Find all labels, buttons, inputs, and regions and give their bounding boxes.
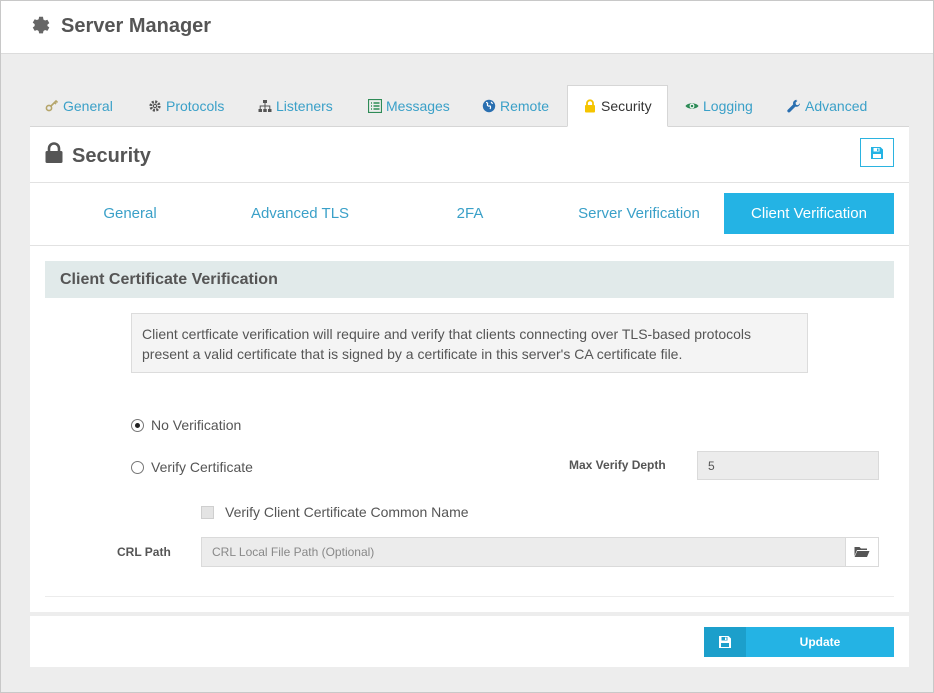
tab-label: Protocols	[166, 98, 225, 114]
crl-path-label: CRL Path	[117, 545, 171, 559]
checkbox-label: Verify Client Certificate Common Name	[225, 504, 469, 520]
tab-remote[interactable]: Remote	[482, 85, 549, 127]
tab-listeners[interactable]: Listeners	[258, 85, 333, 127]
tab-logging[interactable]: Logging	[685, 85, 753, 127]
subtab-general[interactable]: General	[45, 193, 215, 234]
tab-label: Logging	[703, 98, 753, 114]
floppy-disk-icon	[719, 636, 731, 648]
tab-general[interactable]: General	[45, 85, 113, 127]
verify-certificate-radio[interactable]: Verify Certificate	[131, 459, 253, 475]
wrench-icon	[787, 99, 800, 113]
update-label: Update	[799, 635, 841, 649]
main-tabs: General Protocols Listeners Messages Rem…	[30, 85, 909, 127]
info-box: Client certficate verification will requ…	[131, 313, 808, 373]
app-window: Server Manager General Protocols Listene…	[0, 0, 934, 693]
lock-icon	[585, 99, 595, 113]
gear-icon	[32, 16, 50, 34]
app-title: Server Manager	[61, 15, 212, 37]
section-header: Client Certificate Verification	[45, 261, 894, 298]
radio-label: No Verification	[151, 417, 242, 433]
sitemap-icon	[258, 100, 272, 112]
update-icon-wrap	[704, 627, 746, 657]
security-subtabs: General Advanced TLS 2FA Server Verifica…	[30, 183, 909, 246]
subtab-advanced-tls[interactable]: Advanced TLS	[215, 193, 385, 234]
subtab-server-verification[interactable]: Server Verification	[554, 193, 724, 234]
browse-folder-button[interactable]	[845, 537, 879, 567]
security-panel: Security General Advanced TLS 2FA Server…	[30, 127, 909, 612]
tab-security[interactable]: Security	[567, 85, 668, 127]
section-title: Client Certificate Verification	[60, 271, 278, 288]
tab-messages[interactable]: Messages	[368, 85, 450, 127]
verify-common-name-checkbox[interactable]: Verify Client Certificate Common Name	[201, 504, 469, 520]
no-verification-radio[interactable]: No Verification	[131, 417, 241, 433]
tab-label: Listeners	[276, 98, 333, 114]
cog-icon	[149, 100, 161, 112]
tab-protocols[interactable]: Protocols	[148, 85, 224, 127]
radio-checked-icon	[131, 418, 144, 432]
radio-label: Verify Certificate	[151, 459, 253, 475]
folder-open-icon	[854, 547, 870, 557]
subtab-client-verification[interactable]: Client Verification	[724, 193, 894, 234]
list-icon	[368, 99, 382, 113]
divider	[45, 596, 894, 597]
panel-footer: Update	[30, 616, 909, 667]
app-header: Server Manager	[1, 1, 933, 54]
globe-icon	[482, 99, 496, 113]
max-verify-depth-input[interactable]: 5	[697, 451, 879, 480]
lock-icon	[45, 142, 63, 163]
checkbox-icon	[201, 505, 214, 519]
subtab-2fa[interactable]: 2FA	[385, 193, 555, 234]
tab-advanced[interactable]: Advanced	[787, 85, 867, 127]
tab-label: Advanced	[805, 98, 868, 114]
tab-label: General	[63, 98, 113, 114]
floppy-disk-icon	[871, 146, 883, 159]
tab-label: Messages	[386, 98, 450, 114]
tab-label: Remote	[500, 98, 550, 114]
radio-unchecked-icon	[131, 460, 144, 474]
panel-header: Security	[30, 127, 909, 183]
eye-icon	[685, 103, 699, 109]
crl-path-input[interactable]: CRL Local File Path (Optional)	[201, 537, 846, 567]
info-text-line2: present a valid certificate that is sign…	[142, 346, 683, 362]
info-text-line1: Client certficate verification will requ…	[142, 326, 752, 342]
max-verify-depth-label: Max Verify Depth	[569, 458, 666, 472]
key-icon	[45, 99, 59, 112]
panel-title: Security	[72, 145, 151, 167]
save-button[interactable]	[860, 138, 894, 167]
tab-label: Security	[601, 98, 652, 114]
update-button[interactable]: Update	[704, 627, 894, 657]
